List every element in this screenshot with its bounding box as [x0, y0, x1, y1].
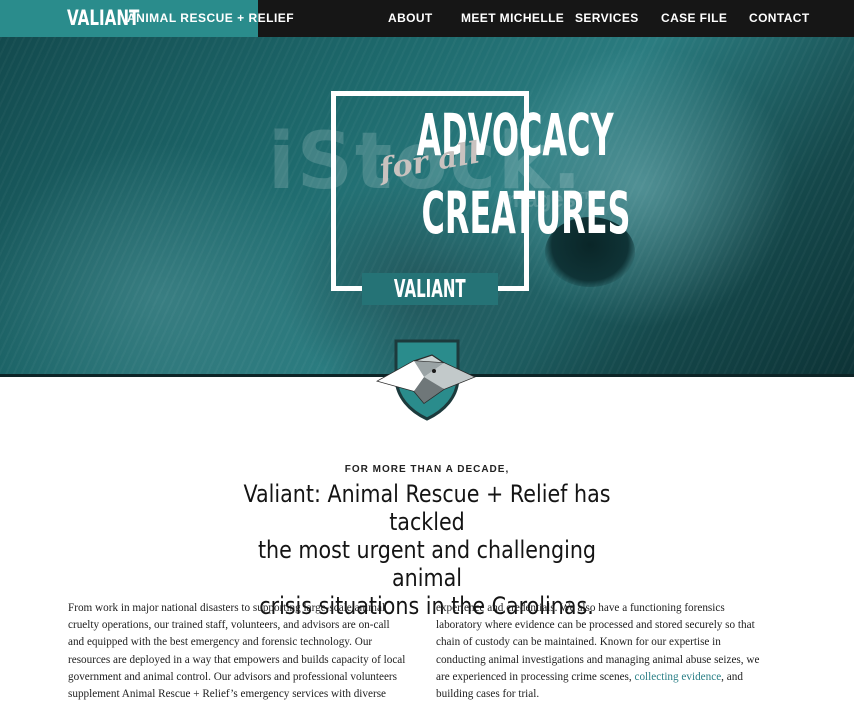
logo-footer-valiant: VALIANT: [336, 273, 524, 305]
body-column-left: From work in major national disasters to…: [68, 600, 418, 703]
body-left-line: supplement Animal Rescue + Relief’s emer…: [68, 688, 387, 701]
hero-banner: iStock. images™ ADVOCACY for all CREATUR…: [0, 37, 854, 377]
collecting-evidence-link[interactable]: collecting evidence: [635, 671, 722, 683]
body-left-line: From work in major national disasters to…: [68, 602, 386, 614]
wolf-shield-icon: [376, 339, 476, 421]
nav-case-file[interactable]: CASE FILE: [661, 11, 727, 25]
headline-line-2: the most urgent and challenging animal: [257, 536, 597, 592]
body-right-line-text: are experienced in processing crime scen…: [436, 670, 632, 683]
body-left-line: government and animal control. Our advis…: [68, 670, 398, 683]
advocacy-logo: ADVOCACY for all CREATURES VALIANT: [331, 91, 631, 305]
brand-logo-link[interactable]: VALIANT ANIMAL RESCUE + RELIEF: [0, 0, 294, 37]
intro-headline: Valiant: Animal Rescue + Relief has tack…: [187, 480, 667, 620]
nav-meet-michelle[interactable]: MEET MICHELLE: [461, 11, 564, 25]
intro-eyebrow: FOR MORE THAN A DECADE,: [344, 464, 510, 475]
body-right-line: chain of custody can be maintained. Know…: [436, 636, 721, 649]
top-navigation-bar: VALIANT ANIMAL RESCUE + RELIEF ABOUT MEE…: [0, 0, 854, 37]
body-right-line: experience and credentials. We also have…: [436, 602, 725, 614]
body-column-right: experience and credentials. We also have…: [436, 600, 786, 703]
nav-contact[interactable]: CONTACT: [749, 11, 810, 25]
body-left-line: resources are deployed in a way that emp…: [68, 653, 406, 666]
headline-line-1: Valiant: Animal Rescue + Relief has tack…: [243, 480, 611, 536]
body-left-line: cruelty operations, our trained staff, v…: [68, 619, 390, 632]
body-right-line: conducting animal investigations and man…: [436, 653, 760, 666]
logo-line-creatures: CREATURES: [421, 179, 631, 247]
body-right-line-with-link: are experienced in processing crime scen…: [436, 669, 786, 686]
nav-services[interactable]: SERVICES: [575, 11, 639, 25]
logo-script-for-all: for all: [377, 135, 483, 188]
brand-tagline: ANIMAL RESCUE + RELIEF: [127, 11, 295, 25]
body-right-line-suffix: , and: [721, 670, 743, 683]
body-right-line: laboratory where evidence can be process…: [436, 619, 755, 632]
body-right-line: building cases for trial.: [436, 688, 540, 701]
nav-about[interactable]: ABOUT: [388, 11, 433, 25]
body-left-line: and equipped with the best emergency and…: [68, 636, 373, 649]
